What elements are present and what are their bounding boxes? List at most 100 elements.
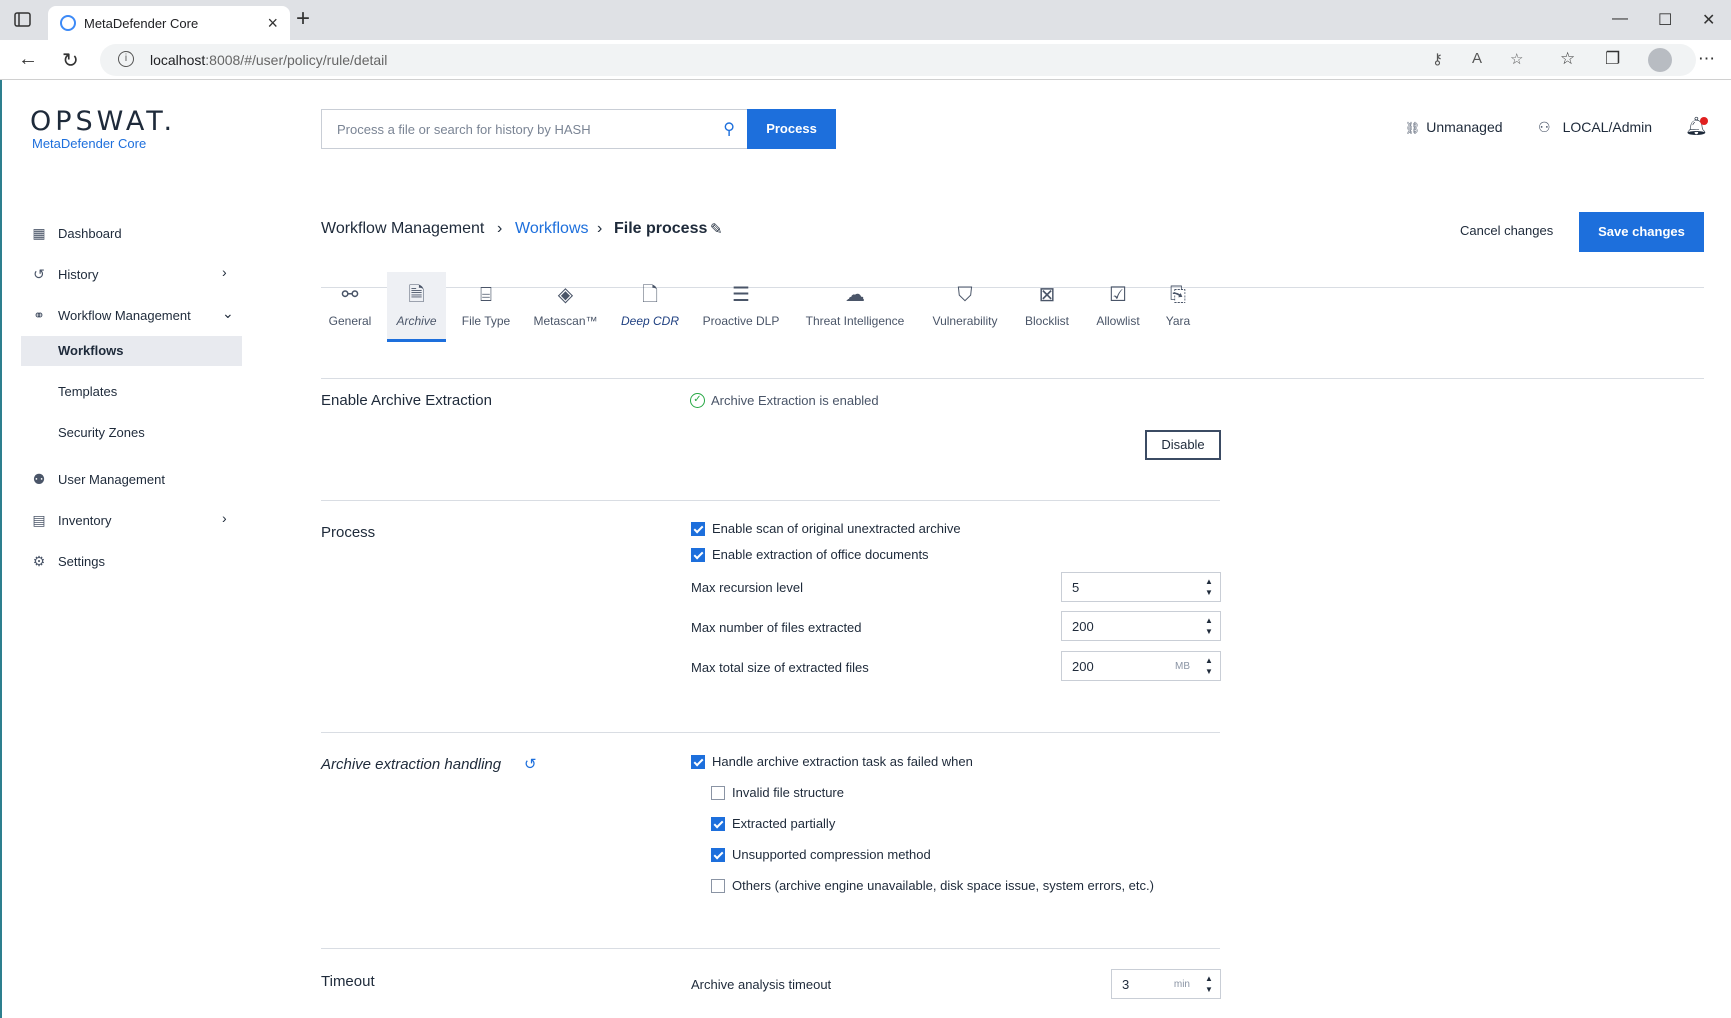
sidebar-item-templates[interactable]: Templates	[21, 377, 242, 407]
shield-icon: ⛉	[957, 284, 973, 306]
more-icon[interactable]: ⋯	[1698, 49, 1715, 69]
tab-actions-icon[interactable]	[14, 12, 32, 28]
scan-original-archive-checkbox[interactable]: Enable scan of original unextracted arch…	[691, 521, 961, 536]
edit-icon[interactable]: ✎	[710, 220, 723, 238]
others-checkbox[interactable]: Others (archive engine unavailable, disk…	[711, 878, 1154, 893]
unmanaged-link[interactable]: ⛓ Unmanaged	[1405, 119, 1503, 135]
user-icon: ⚇	[1538, 119, 1551, 135]
product-name: MetaDefender Core	[32, 136, 147, 151]
section-divider	[321, 500, 1220, 501]
chevron-right-icon[interactable]: ›	[222, 264, 227, 280]
checkbox[interactable]	[691, 754, 705, 769]
disable-button[interactable]: Disable	[1145, 430, 1221, 460]
checkbox[interactable]	[691, 547, 705, 562]
site-info-icon[interactable]: i	[118, 51, 134, 67]
key-icon[interactable]: ⚷	[1432, 50, 1443, 68]
sidebar-item-dashboard[interactable]: ▦ Dashboard	[30, 218, 121, 248]
search-input[interactable]: Process a file or search for history by …	[321, 109, 747, 149]
browser-tab[interactable]: MetaDefender Core ×	[48, 6, 290, 40]
sidebar-item-inventory[interactable]: ▤ Inventory	[30, 505, 111, 535]
max-recursion-label: Max recursion level	[691, 580, 803, 595]
yara-icon: ⎘	[1170, 284, 1186, 306]
max-recursion-input[interactable]: 5 ▲ ▼	[1061, 572, 1221, 602]
dlp-icon: ☰	[732, 284, 750, 306]
general-icon: ⚯	[341, 284, 359, 306]
search-placeholder: Process a file or search for history by …	[337, 122, 591, 137]
browser-tabbar: MetaDefender Core × + — ☐ ✕	[0, 0, 1731, 40]
cancel-changes-button[interactable]: Cancel changes	[1460, 223, 1553, 238]
reload-icon[interactable]: ↻	[62, 48, 79, 73]
tab-blocklist[interactable]: ⊠ Blocklist	[1018, 272, 1076, 342]
tab-file-type[interactable]: ⌸ File Type	[455, 272, 517, 342]
tab-close-icon[interactable]: ×	[267, 13, 278, 34]
maximize-icon[interactable]: ☐	[1658, 10, 1672, 30]
tab-title: MetaDefender Core	[84, 16, 199, 31]
attach-icon[interactable]: ⚲	[723, 119, 735, 139]
opswat-logo[interactable]: OPSWAT.	[30, 106, 176, 137]
handle-failed-checkbox[interactable]: Handle archive extraction task as failed…	[691, 754, 973, 769]
max-files-label: Max number of files extracted	[691, 620, 862, 635]
read-aloud-icon[interactable]: A	[1472, 50, 1482, 67]
process-button[interactable]: Process	[747, 109, 836, 149]
checkbox[interactable]	[711, 878, 725, 893]
favorites-icon[interactable]: ☆	[1560, 49, 1575, 69]
sidebar-item-workflow-management[interactable]: ⚭ Workflow Management	[30, 300, 191, 330]
grid-icon: ▦	[32, 224, 46, 241]
stepper-icon[interactable]: ▲ ▼	[1202, 655, 1216, 677]
collections-icon[interactable]: ❐	[1605, 49, 1620, 69]
extracted-partially-checkbox[interactable]: Extracted partially	[711, 816, 835, 831]
tab-vulnerability[interactable]: ⛉ Vulnerability	[925, 272, 1005, 342]
tab-general[interactable]: ⚯ General	[321, 272, 379, 342]
url-field[interactable]: i localhost:8008/#/user/policy/rule/deta…	[100, 44, 1696, 76]
new-tab-icon[interactable]: +	[296, 7, 310, 31]
tab-yara[interactable]: ⎘ Yara	[1158, 272, 1198, 342]
timeout-label: Archive analysis timeout	[691, 977, 832, 992]
minimize-icon[interactable]: —	[1612, 10, 1628, 28]
stepper-icon[interactable]: ▲ ▼	[1202, 615, 1216, 637]
tab-deep-cdr[interactable]: 🗋︎ Deep CDR	[614, 272, 686, 342]
users-icon: ⚉	[32, 470, 46, 487]
section-divider	[321, 732, 1220, 733]
sidebar-item-security-zones[interactable]: Security Zones	[21, 418, 242, 448]
invalid-structure-checkbox[interactable]: Invalid file structure	[711, 785, 844, 800]
tab-threat-intelligence[interactable]: ☁ Threat Intelligence	[797, 272, 913, 342]
back-icon[interactable]: ←	[18, 48, 38, 71]
breadcrumb-parent[interactable]: Workflows	[515, 220, 589, 238]
address-bar: ← ↻ i localhost:8008/#/user/policy/rule/…	[0, 40, 1731, 80]
timeout-input[interactable]: 3 min ▲ ▼	[1111, 969, 1221, 999]
chevron-right-icon[interactable]: ›	[222, 510, 227, 526]
tab-allowlist[interactable]: ☑ Allowlist	[1088, 272, 1148, 342]
tab-proactive-dlp[interactable]: ☰ Proactive DLP	[699, 272, 783, 342]
sidebar-item-settings[interactable]: ⚙ Settings	[30, 546, 105, 576]
checkbox[interactable]	[711, 816, 725, 831]
stepper-icon[interactable]: ▲ ▼	[1202, 576, 1216, 598]
handling-section-title: Archive extraction handling	[321, 756, 502, 773]
add-favorite-icon[interactable]: ☆	[1510, 50, 1523, 68]
close-window-icon[interactable]: ✕	[1702, 10, 1715, 30]
enable-extraction-title: Enable Archive Extraction	[321, 392, 492, 409]
breadcrumb-root[interactable]: Workflow Management	[321, 220, 484, 238]
unsupported-compression-checkbox[interactable]: Unsupported compression method	[711, 847, 931, 862]
app-page: OPSWAT. MetaDefender Core Process a file…	[0, 80, 1731, 1018]
timeout-section-title: Timeout	[321, 973, 375, 990]
sidebar-item-workflows[interactable]: Workflows	[21, 336, 242, 366]
checkbox[interactable]	[711, 785, 725, 800]
link-icon: ⛓	[1405, 121, 1421, 135]
profile-avatar[interactable]	[1648, 48, 1672, 72]
max-size-label: Max total size of extracted files	[691, 660, 869, 675]
sidebar-item-user-management[interactable]: ⚉ User Management	[30, 464, 165, 494]
tab-metascan[interactable]: ◈ Metascan™	[527, 272, 604, 342]
archive-icon: 🗎︎	[408, 284, 425, 306]
save-changes-button[interactable]: Save changes	[1579, 212, 1704, 252]
sidebar-item-history[interactable]: ↺ History	[30, 259, 98, 289]
checkbox[interactable]	[711, 847, 725, 862]
max-files-input[interactable]: 200 ▲ ▼	[1061, 611, 1221, 641]
reset-history-icon[interactable]: ↺	[524, 755, 537, 773]
max-size-input[interactable]: 200 MB ▲ ▼	[1061, 651, 1221, 681]
chevron-down-icon[interactable]: ⌄	[222, 305, 234, 322]
extract-office-docs-checkbox[interactable]: Enable extraction of office documents	[691, 547, 929, 562]
user-menu[interactable]: ⚇ LOCAL/Admin	[1538, 119, 1652, 136]
checkbox[interactable]	[691, 521, 705, 536]
stepper-icon[interactable]: ▲ ▼	[1202, 973, 1216, 995]
tab-archive[interactable]: 🗎︎ Archive	[387, 272, 446, 342]
